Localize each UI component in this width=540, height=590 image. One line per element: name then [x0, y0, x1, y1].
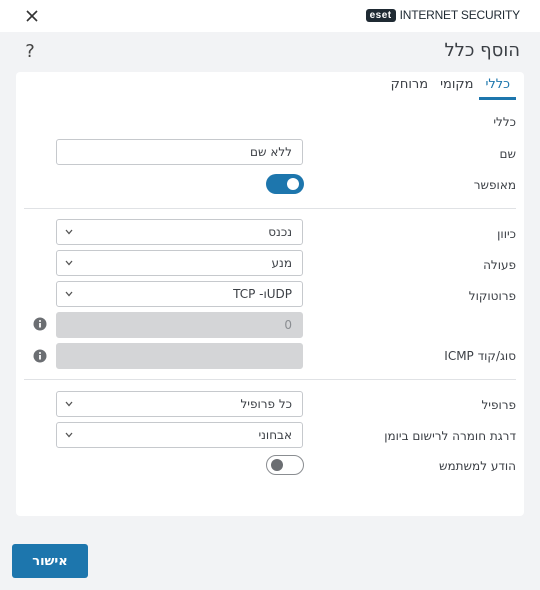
name-input[interactable]: ללא שם: [56, 139, 303, 165]
direction-value: נכנס: [268, 225, 292, 239]
protocol-label: פרוטוקול: [468, 289, 516, 303]
protocol-select[interactable]: UDP‏ו- TCP: [56, 281, 303, 307]
enabled-toggle[interactable]: [266, 174, 304, 194]
toggle-knob: [271, 458, 283, 471]
logging-severity-value: אבחוני: [258, 428, 292, 442]
chevron-down-icon: [65, 401, 73, 407]
divider: [24, 379, 516, 380]
page-title: הוסף כלל: [444, 40, 520, 61]
notify-user-label: הודע למשתמש: [439, 459, 516, 473]
tab-bar: כללי מקומי מרוחק: [385, 72, 516, 100]
close-icon[interactable]: [22, 6, 42, 26]
chevron-down-icon: [65, 229, 73, 235]
action-label: פעולה: [483, 258, 516, 272]
enabled-label: מאופשר: [473, 178, 516, 192]
icmp-label: סוג/קוד ICMP: [444, 349, 516, 363]
direction-label: כיוון: [497, 227, 516, 241]
tab-local[interactable]: מקומי: [434, 72, 479, 100]
general-section-heading: כללי: [493, 115, 516, 129]
notify-user-toggle[interactable]: [266, 455, 304, 475]
name-label: שם: [499, 147, 516, 161]
profile-label: פרופיל: [481, 398, 516, 412]
action-select[interactable]: מנע: [56, 250, 303, 276]
port-field: 0: [56, 312, 303, 338]
help-icon[interactable]: ?: [22, 41, 38, 62]
protocol-value: UDP‏ו- TCP: [233, 287, 292, 301]
profile-select[interactable]: כל פרופיל: [56, 391, 303, 417]
direction-select[interactable]: נכנס: [56, 219, 303, 245]
info-icon[interactable]: [33, 349, 47, 363]
chevron-down-icon: [65, 260, 73, 266]
tab-general[interactable]: כללי: [479, 72, 516, 100]
ok-button[interactable]: אישור: [12, 544, 88, 578]
chevron-down-icon: [65, 432, 73, 438]
action-value: מנע: [271, 256, 292, 270]
product-name: INTERNET SECURITY: [399, 8, 521, 22]
rule-form-card: כללי מקומי מרוחק כללי שם ללא שם מאופשר כ…: [16, 72, 524, 516]
icmp-field: [56, 343, 303, 369]
brand: eset INTERNET SECURITY: [365, 8, 521, 22]
toggle-knob: [287, 178, 299, 190]
title-bar: eset INTERNET SECURITY: [0, 0, 540, 32]
eset-logo: eset: [365, 8, 396, 22]
divider: [24, 208, 516, 209]
tab-remote[interactable]: מרוחק: [385, 72, 434, 100]
logging-severity-select[interactable]: אבחוני: [56, 422, 303, 448]
logging-severity-label: דרגת חומרה לרישום ביומן: [384, 429, 516, 443]
info-icon[interactable]: [33, 317, 47, 331]
chevron-down-icon: [65, 291, 73, 297]
profile-value: כל פרופיל: [240, 397, 292, 411]
